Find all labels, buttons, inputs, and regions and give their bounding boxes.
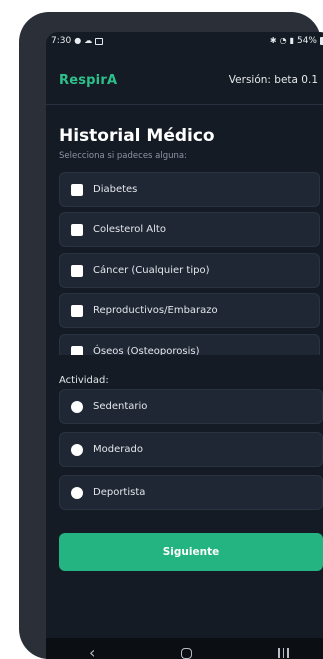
status-right: ✱ ◔ ▮ 54% xyxy=(270,36,323,46)
system-nav-bar: ‹ xyxy=(46,638,323,659)
radio-button[interactable] xyxy=(71,400,83,413)
facebook-icon: ● xyxy=(74,36,82,45)
condition-oseos[interactable]: Óseos (Osteoporosis) xyxy=(59,334,320,355)
activity-option-deportista[interactable]: Deportista xyxy=(59,475,323,510)
header-divider xyxy=(46,104,323,105)
image-icon xyxy=(95,37,104,45)
radio-button[interactable] xyxy=(71,486,83,499)
status-left: 7:30 ● ☁ xyxy=(51,36,104,46)
wifi-icon: ◔ xyxy=(279,36,287,45)
app-logo: RespirA xyxy=(59,72,118,88)
activity-label: Actividad: xyxy=(59,375,109,386)
app-bar: RespirA Versión: beta 0.1 xyxy=(46,60,323,100)
recent-apps-icon[interactable] xyxy=(278,648,289,658)
page-title: Historial Médico xyxy=(59,126,215,146)
radio-button[interactable] xyxy=(71,443,83,456)
back-icon[interactable]: ‹ xyxy=(89,645,95,659)
condition-label: Óseos (Osteoporosis) xyxy=(93,346,200,355)
condition-label: Reproductivos/Embarazo xyxy=(93,305,218,316)
condition-reproductivos[interactable]: Reproductivos/Embarazo xyxy=(59,293,320,328)
signal-icon: ▮ xyxy=(289,36,294,45)
condition-label: Diabetes xyxy=(93,184,138,195)
checkbox[interactable] xyxy=(71,264,83,277)
battery-percent: 54% xyxy=(296,36,317,46)
activity-option-label: Deportista xyxy=(93,487,146,498)
app-version: Versión: beta 0.1 xyxy=(228,74,318,86)
checkbox[interactable] xyxy=(71,223,83,236)
activity-option-sedentario[interactable]: Sedentario xyxy=(59,389,323,424)
status-time: 7:30 xyxy=(51,36,72,46)
status-bar: 7:30 ● ☁ ✱ ◔ ▮ 54% xyxy=(46,32,323,50)
checkbox[interactable] xyxy=(71,304,83,317)
cloud-icon: ☁ xyxy=(84,36,93,45)
next-button[interactable]: Siguiente xyxy=(59,533,323,571)
condition-colesterol[interactable]: Colesterol Alto xyxy=(59,212,320,247)
app-screen: 7:30 ● ☁ ✱ ◔ ▮ 54% RespirA Versión: beta… xyxy=(46,32,323,659)
activity-option-moderado[interactable]: Moderado xyxy=(59,432,323,467)
condition-label: Cáncer (Cualquier tipo) xyxy=(93,265,210,276)
condition-label: Colesterol Alto xyxy=(93,224,166,235)
activity-option-label: Sedentario xyxy=(93,401,148,412)
checkbox[interactable] xyxy=(71,345,83,355)
page-subtitle: Selecciona si padeces alguna: xyxy=(59,151,187,161)
activity-option-label: Moderado xyxy=(93,444,143,455)
conditions-list[interactable]: Diabetes Colesterol Alto Cáncer (Cualqui… xyxy=(59,172,320,355)
checkbox[interactable] xyxy=(71,183,83,196)
condition-diabetes[interactable]: Diabetes xyxy=(59,172,320,207)
bluetooth-icon: ✱ xyxy=(269,36,277,45)
condition-cancer[interactable]: Cáncer (Cualquier tipo) xyxy=(59,253,320,288)
phone-frame: 7:30 ● ☁ ✱ ◔ ▮ 54% RespirA Versión: beta… xyxy=(19,12,323,659)
home-icon[interactable] xyxy=(181,647,193,659)
